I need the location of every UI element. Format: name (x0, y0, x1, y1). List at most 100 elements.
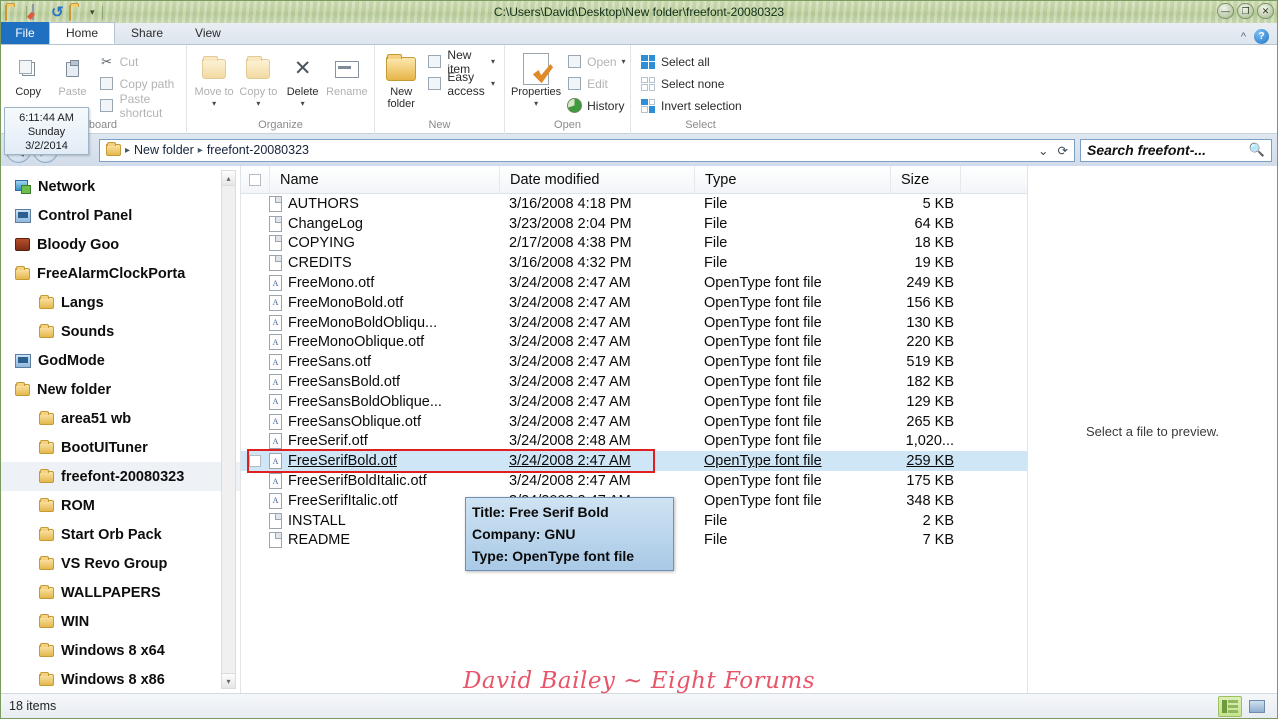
column-header-size[interactable]: Size (890, 165, 960, 194)
copy-path-button[interactable]: Copy path (96, 74, 180, 93)
table-row[interactable]: A FreeSansBoldOblique... 3/24/2008 2:47 AM… (241, 392, 1027, 412)
navigation-list: Network Control Panel Bloody Goo FreeAlarmC… (1, 166, 240, 693)
restore-button[interactable]: ❐ (1237, 3, 1254, 19)
table-row[interactable]: A FreeSansBold.otf 3/24/2008 2:47 AM OpenTy… (241, 372, 1027, 392)
date-label: 3/24/2008 2:47 AM (509, 374, 631, 391)
copy-button[interactable]: Copy (7, 48, 49, 98)
breadcrumb[interactable]: ▸ New folder ▸ freefont-20080323 ⌄ ⟳ (99, 138, 1075, 162)
ribbon-group-new: New folder New item ▾ Easy access ▾ New (374, 45, 504, 134)
open-caret-icon[interactable]: ▾ (622, 57, 626, 66)
table-row[interactable]: ChangeLog 3/23/2008 2:04 PM File 64 KB (241, 214, 1027, 234)
delete-caret-icon[interactable]: ▾ (301, 98, 305, 110)
paste-shortcut-label: Paste shortcut (119, 91, 163, 120)
move-to-caret-icon[interactable]: ▾ (212, 98, 216, 110)
type-label: File (704, 512, 728, 529)
table-row[interactable]: A FreeSans.otf 3/24/2008 2:47 AM OpenType f… (241, 352, 1027, 372)
table-row[interactable]: A FreeSerifBold.otf 3/24/2008 2:47 AM OpenT… (241, 451, 1027, 472)
sidebar-item-area51-wb[interactable]: area51 wb (1, 404, 240, 433)
table-row[interactable]: A FreeSerifBoldItalic.otf 3/24/2008 2:47 A… (241, 471, 1027, 491)
sidebar-item-network[interactable]: Network (1, 172, 240, 201)
sidebar-item-control-panel[interactable]: Control Panel (1, 201, 240, 230)
sidebar-item-wallpapers[interactable]: WALLPAPERS (1, 578, 240, 607)
select-all-checkbox[interactable] (241, 173, 269, 186)
edit-button[interactable]: Edit (563, 74, 628, 93)
column-header-type[interactable]: Type (694, 165, 890, 194)
view-buttons (1218, 695, 1269, 717)
table-row[interactable]: A FreeMonoOblique.otf 3/24/2008 2:47 AM Ope… (241, 333, 1027, 353)
table-row[interactable]: A FreeSansOblique.otf 3/24/2008 2:47 AM Ope… (241, 412, 1027, 432)
copy-to-caret-icon[interactable]: ▾ (256, 98, 260, 110)
window-title: C:\Users\David\Desktop\New folder\freefo… (493, 5, 785, 19)
navigation-scrollbar[interactable]: ▴ ▾ (221, 170, 236, 689)
sidebar-item-freealarmclockporta[interactable]: FreeAlarmClockPorta (1, 259, 240, 288)
easy-access-caret-icon[interactable]: ▾ (491, 79, 495, 88)
search-input[interactable]: Search freefont-... 🔍 (1080, 138, 1272, 162)
table-row[interactable]: A FreeSerif.otf 3/24/2008 2:48 AM OpenType … (241, 432, 1027, 452)
sidebar-item-win[interactable]: WIN (1, 607, 240, 636)
font-icon: A (269, 294, 282, 311)
table-row[interactable]: AUTHORS 3/16/2008 4:18 PM File 5 KB (241, 194, 1027, 214)
cut-button[interactable]: ✂ Cut (96, 52, 180, 71)
tab-share[interactable]: Share (115, 22, 179, 44)
tab-view[interactable]: View (179, 22, 237, 44)
invert-selection-icon (640, 98, 656, 114)
sidebar-item-bootuituner[interactable]: BootUITuner (1, 433, 240, 462)
table-row[interactable]: CREDITS 3/16/2008 4:32 PM File 19 KB (241, 253, 1027, 273)
sidebar-item-windows-8-x64[interactable]: Windows 8 x64 (1, 636, 240, 665)
file-name-label: ChangeLog (288, 215, 363, 232)
minimize-button[interactable]: — (1217, 3, 1234, 19)
help-icon[interactable]: ? (1254, 29, 1269, 44)
breadcrumb-item-new-folder[interactable]: New folder (134, 143, 194, 157)
properties-caret-icon[interactable]: ▾ (534, 98, 538, 110)
row-checkbox[interactable] (241, 455, 269, 468)
new-folder-button[interactable]: New folder (381, 48, 421, 110)
collapse-ribbon-icon[interactable]: ^ (1241, 31, 1246, 43)
tab-file[interactable]: File (1, 22, 49, 44)
sidebar-item-bloody-goo[interactable]: Bloody Goo (1, 230, 240, 259)
invert-selection-button[interactable]: Invert selection (637, 96, 745, 115)
sidebar-item-start-orb-pack[interactable]: Start Orb Pack (1, 520, 240, 549)
large-icons-view-icon[interactable] (1245, 696, 1269, 717)
cell-name: A FreeSerifBold.otf (269, 453, 499, 470)
sidebar-item-new-folder[interactable]: New folder (1, 375, 240, 404)
sidebar-item-vs-revo-group[interactable]: VS Revo Group (1, 549, 240, 578)
sidebar-item-godmode[interactable]: GodMode (1, 346, 240, 375)
nav-scroll-up-button[interactable]: ▴ (222, 171, 235, 186)
move-to-button[interactable]: Move to ▾ (193, 48, 235, 110)
copy-to-button[interactable]: Copy to ▾ (237, 48, 279, 110)
properties-button[interactable]: Properties ▾ (511, 48, 561, 110)
sidebar-item-rom[interactable]: ROM (1, 491, 240, 520)
new-item-caret-icon[interactable]: ▾ (491, 57, 495, 66)
nav-scroll-down-button[interactable]: ▾ (222, 673, 235, 688)
sidebar-item-windows-8-x86[interactable]: Windows 8 x86 (1, 665, 240, 693)
easy-access-button[interactable]: Easy access ▾ (423, 70, 498, 98)
sidebar-item-langs[interactable]: Langs (1, 288, 240, 317)
select-all-button[interactable]: Select all (637, 52, 745, 71)
size-label: 348 KB (906, 492, 954, 509)
table-row[interactable]: A FreeMono.otf 3/24/2008 2:47 AM OpenType f… (241, 273, 1027, 293)
open-button[interactable]: Open ▾ (563, 52, 628, 71)
table-row[interactable]: A FreeMonoBoldObliqu... 3/24/2008 2:47 AM O… (241, 313, 1027, 333)
details-view-icon[interactable] (1218, 695, 1242, 717)
sidebar-item-freefont-20080323[interactable]: freefont-20080323 (1, 462, 240, 491)
table-row[interactable]: COPYING 2/17/2008 4:38 PM File 18 KB (241, 234, 1027, 254)
history-button[interactable]: History (563, 96, 628, 115)
refresh-icon[interactable]: ⟳ (1058, 143, 1068, 158)
select-none-button[interactable]: Select none (637, 74, 745, 93)
search-icon[interactable]: 🔍 (1249, 142, 1265, 158)
cell-name: A FreeMonoBold.otf (269, 294, 499, 311)
paste-button[interactable]: Paste (51, 48, 93, 98)
breadcrumb-item-freefont[interactable]: freefont-20080323 (207, 143, 309, 157)
table-row[interactable]: A FreeMonoBold.otf 3/24/2008 2:47 AM OpenTy… (241, 293, 1027, 313)
date-label: 3/24/2008 2:47 AM (509, 275, 631, 292)
column-header-name[interactable]: Name (269, 165, 499, 194)
close-button[interactable]: ✕ (1257, 3, 1274, 19)
tab-home[interactable]: Home (49, 22, 116, 44)
address-dropdown-icon[interactable]: ⌄ (1038, 143, 1048, 158)
delete-button[interactable]: ✕ Delete ▾ (282, 48, 324, 110)
rename-button[interactable]: Rename (326, 48, 368, 98)
paste-shortcut-button[interactable]: Paste shortcut (96, 92, 180, 120)
column-header-date-modified[interactable]: Date modified (499, 165, 694, 194)
new-item-button[interactable]: New item ▾ (423, 48, 498, 76)
sidebar-item-sounds[interactable]: Sounds (1, 317, 240, 346)
